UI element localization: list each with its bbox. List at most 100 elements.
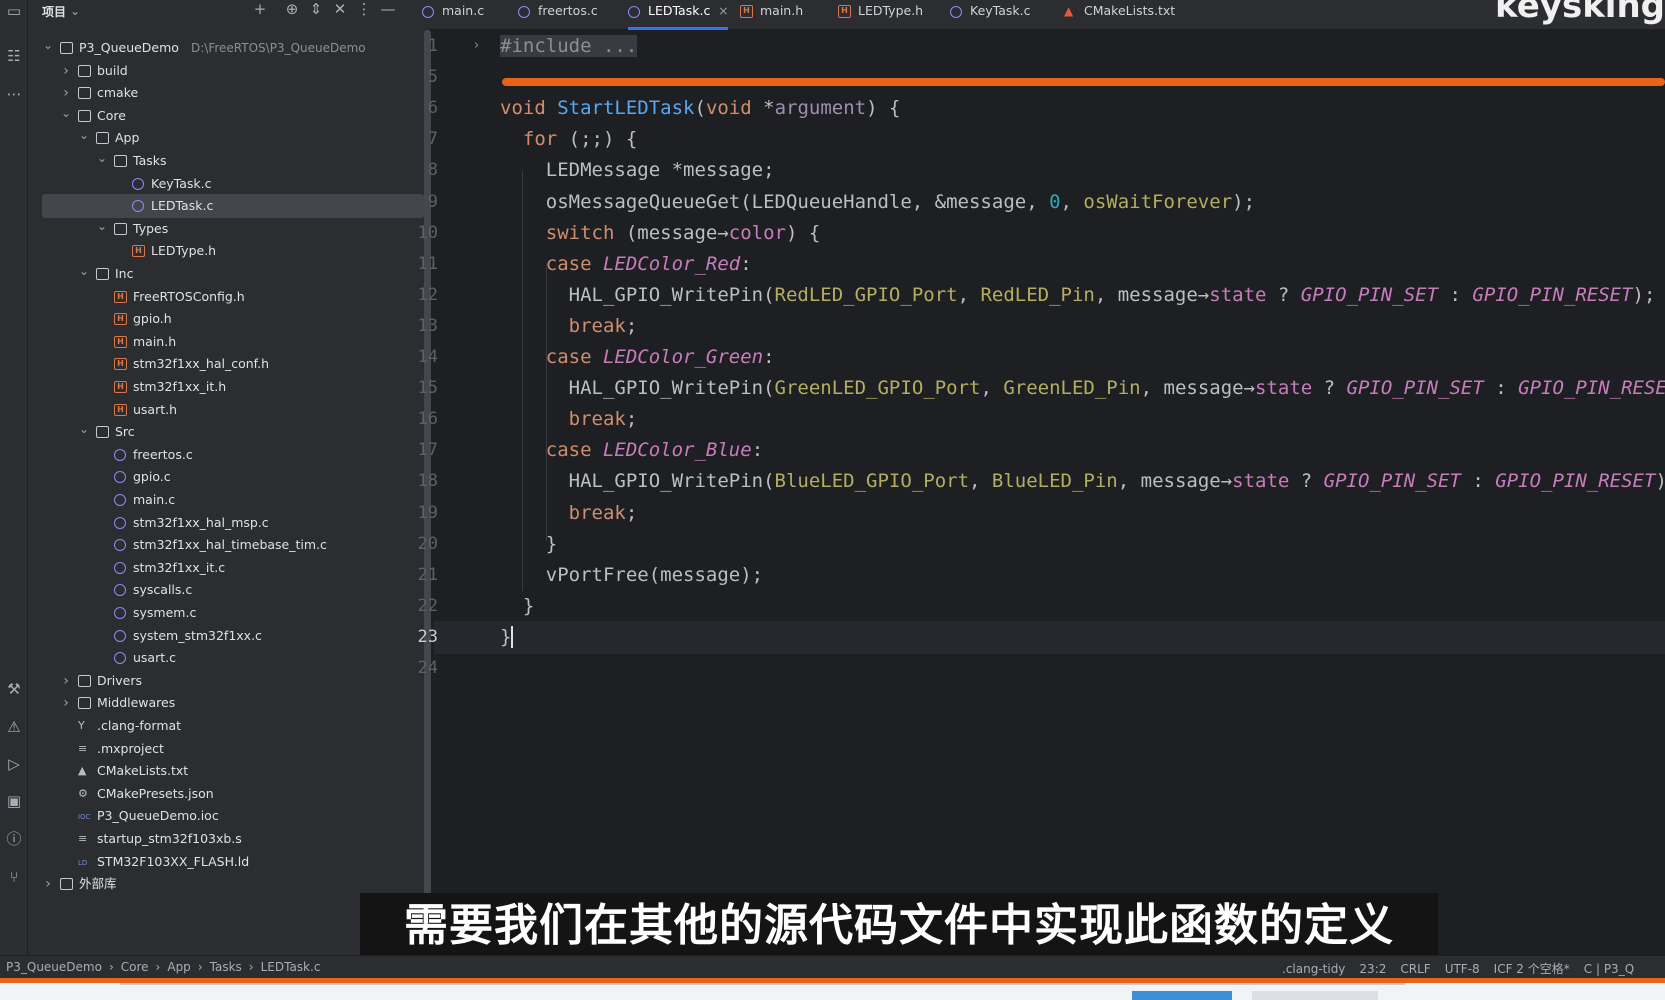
- tab-keytask-c[interactable]: KeyTask.c: [950, 0, 1031, 30]
- tab-cmakelists-txt[interactable]: ▲ CMakeLists.txt: [1064, 0, 1175, 30]
- folder-icon[interactable]: ▭: [3, 0, 25, 22]
- tree-item[interactable]: Hmain.h: [28, 330, 424, 354]
- code-token: RedLED_GPIO_Port: [774, 283, 958, 306]
- code-token: void: [705, 97, 764, 120]
- tree-item[interactable]: syscalls.c: [28, 578, 424, 602]
- tree-item[interactable]: freertos.c: [28, 443, 424, 467]
- chevron-right-icon[interactable]: ›: [60, 669, 72, 693]
- options-icon[interactable]: ⋮: [354, 0, 374, 18]
- breadcrumb-item[interactable]: LEDTask.c: [261, 960, 321, 974]
- breadcrumb-item[interactable]: App: [167, 960, 190, 974]
- collapse-all-icon[interactable]: ✕: [330, 0, 350, 18]
- tree-item[interactable]: system_stm32f1xx.c: [28, 624, 424, 648]
- tree-item-label: Drivers: [97, 672, 142, 688]
- run-icon[interactable]: ▷: [3, 753, 25, 775]
- tree-item[interactable]: ≡ startup_stm32f103xb.s: [28, 827, 424, 851]
- tab-main-h[interactable]: Hmain.h: [740, 0, 803, 30]
- tree-item[interactable]: ⌄ Inc: [28, 262, 424, 286]
- tree-item[interactable]: stm32f1xx_hal_timebase_tim.c: [28, 533, 424, 557]
- tree-item[interactable]: › Drivers: [28, 669, 424, 693]
- status-item[interactable]: .clang-tidy: [1282, 962, 1345, 976]
- tree-item[interactable]: H FreeRTOSConfig.h: [28, 285, 424, 309]
- tab-freertos-c[interactable]: freertos.c: [518, 0, 598, 30]
- tree-item[interactable]: gpio.c: [28, 465, 424, 489]
- code-token: , message→: [1140, 377, 1256, 400]
- tree-item[interactable]: ⚙ CMakePresets.json: [28, 782, 424, 806]
- tree-item[interactable]: ⌄ App: [28, 126, 424, 150]
- tree-item[interactable]: › build: [28, 59, 424, 83]
- breadcrumb-separator: ›: [108, 960, 114, 974]
- chevron-right-icon[interactable]: ›: [60, 59, 72, 83]
- tree-item[interactable]: › cmake: [28, 81, 424, 105]
- chevron-down-icon[interactable]: ⌄: [60, 101, 72, 125]
- tab-ledtype-h[interactable]: H LEDType.h: [838, 0, 923, 30]
- tree-item-label: .clang-format: [97, 718, 182, 733]
- status-item[interactable]: C | P3_Q: [1584, 962, 1634, 976]
- chevron-down-icon[interactable]: ⌄: [78, 123, 90, 147]
- breadcrumb-item[interactable]: Core: [121, 960, 149, 974]
- tree-item[interactable]: usart.c: [28, 646, 424, 670]
- chevron-down-icon[interactable]: ⌄: [96, 146, 108, 170]
- tree-item[interactable]: Hstm32f1xx_hal_conf.h: [28, 352, 424, 376]
- tree-item[interactable]: sysmem.c: [28, 601, 424, 625]
- more-icon[interactable]: ⋯: [3, 83, 25, 105]
- breadcrumb-item[interactable]: Tasks: [210, 960, 242, 974]
- structure-icon[interactable]: ☷: [3, 45, 25, 67]
- chevron-right-icon[interactable]: ›: [60, 691, 72, 715]
- code-token: , message→: [1094, 283, 1210, 306]
- tree-item[interactable]: ⌄ Src: [28, 420, 424, 444]
- chevron-right-icon[interactable]: ›: [42, 872, 54, 896]
- tree-item[interactable]: ⌄ P3_QueueDemo D:\FreeRTOS\P3_QueueDemo: [28, 36, 424, 60]
- chevron-down-icon[interactable]: ⌄: [78, 259, 90, 283]
- terminal-icon[interactable]: ▣: [3, 790, 25, 812]
- status-item[interactable]: 23:2: [1359, 962, 1386, 976]
- tree-item[interactable]: ≡ .mxproject: [28, 737, 424, 761]
- tree-item[interactable]: KeyTask.c: [28, 172, 424, 196]
- build-icon[interactable]: ⚒: [3, 678, 25, 700]
- chevron-down-icon[interactable]: ⌄: [78, 417, 90, 441]
- tree-item[interactable]: ⌄ Types: [28, 217, 424, 241]
- c-file-icon: [950, 6, 962, 18]
- hide-panel-icon[interactable]: —: [378, 0, 398, 18]
- tree-item[interactable]: stm32f1xx_it.c: [28, 556, 424, 580]
- project-panel-title[interactable]: 项目: [42, 3, 66, 20]
- add-icon[interactable]: +: [250, 0, 270, 18]
- tree-item[interactable]: › Middlewares: [28, 691, 424, 715]
- file-glyph: Y: [78, 719, 85, 732]
- code-token: ?: [1266, 283, 1301, 306]
- tree-item[interactable]: stm32f1xx_hal_msp.c: [28, 511, 424, 535]
- line-number: 7: [427, 129, 438, 150]
- tab-main-c[interactable]: main.c: [422, 0, 484, 30]
- status-item[interactable]: CRLF: [1400, 962, 1430, 976]
- problems-icon[interactable]: ⚠: [3, 716, 25, 738]
- notifications-icon[interactable]: ⓘ: [3, 828, 25, 850]
- file-icon: ≡: [78, 833, 94, 845]
- chevron-down-icon[interactable]: ⌄: [42, 33, 54, 57]
- line-number: 14: [417, 347, 438, 367]
- line-number: 17: [417, 440, 438, 461]
- chevron-down-icon[interactable]: ⌄: [96, 214, 108, 238]
- tree-item[interactable]: main.c: [28, 488, 424, 512]
- tree-item[interactable]: Hgpio.h: [28, 307, 424, 331]
- git-icon[interactable]: ⑂: [3, 866, 25, 888]
- chevron-down-icon[interactable]: ⌄: [70, 4, 80, 18]
- code-editor[interactable]: 1 › #include ... 5 6 void StartLEDTask(void *…: [418, 31, 1665, 955]
- close-icon[interactable]: ×: [718, 4, 728, 18]
- fold-chevron-icon[interactable]: ›: [474, 38, 479, 53]
- tree-item[interactable]: Hstm32f1xx_it.h: [28, 375, 424, 399]
- tree-item[interactable]: IOC P3_QueueDemo.ioc: [28, 804, 424, 828]
- tree-item[interactable]: Y .clang-format: [28, 714, 424, 738]
- status-item[interactable]: ICF 2 个空格*: [1494, 962, 1570, 976]
- tab-ledtask-c[interactable]: LEDTask.c ×: [628, 0, 729, 30]
- tree-item[interactable]: ▲ CMakeLists.txt: [28, 759, 424, 783]
- locate-icon[interactable]: ⊕: [282, 0, 302, 18]
- breadcrumb-item[interactable]: P3_QueueDemo: [6, 960, 102, 974]
- line-number: 18: [417, 471, 438, 492]
- expand-all-icon[interactable]: ⇕: [306, 0, 326, 18]
- code-token: , message→: [1117, 470, 1233, 493]
- status-item[interactable]: UTF-8: [1445, 962, 1480, 976]
- code-token: ) {: [786, 221, 821, 244]
- tree-item[interactable]: LD STM32F103XX_FLASH.ld: [28, 850, 424, 874]
- tree-item[interactable]: ⌄ Tasks: [28, 149, 424, 173]
- code-line: osMessageQueueGet(LEDQueueHandle, &messa…: [500, 186, 1255, 219]
